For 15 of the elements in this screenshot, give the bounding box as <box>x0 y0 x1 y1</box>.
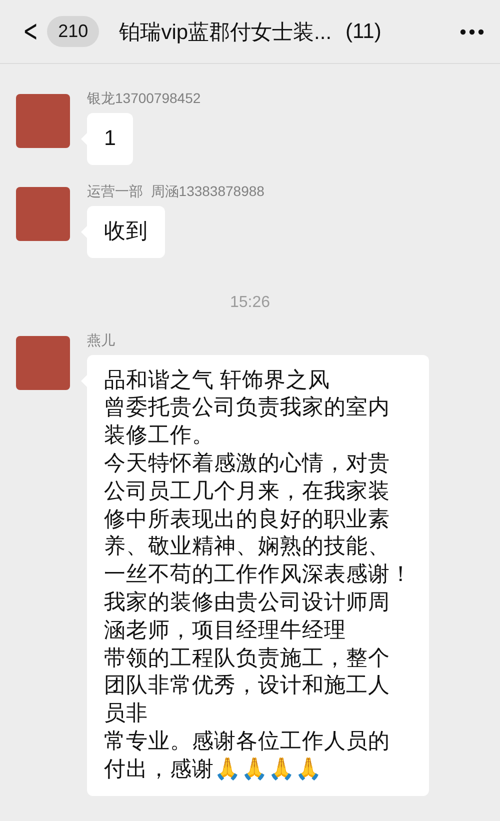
avatar-placeholder[interactable] <box>16 336 70 390</box>
message-bubble: 收到 <box>87 206 165 258</box>
sender-name: 银龙13700798452 <box>87 90 201 108</box>
sender-name: 运营一部 周涵13383878988 <box>87 182 264 201</box>
chat-title: 铂瑞vip蓝郡付女士装... <box>119 20 332 46</box>
member-count: (11) <box>346 20 382 44</box>
sender-name: 燕儿 <box>87 332 115 350</box>
avatar-placeholder[interactable] <box>16 186 70 241</box>
avatar-placeholder[interactable] <box>16 94 70 148</box>
timestamp: 15:26 <box>230 294 270 312</box>
unread-count: 210 <box>47 16 100 47</box>
message-bubble: 1 <box>87 113 133 165</box>
message-bubble: 品和谐之气 轩饰界之风 曾委托贵公司负责我家的室内 装修工作。 今天特怀着感激的心情，对贵 公司员工几个月来，在我家装 修中所表现出的良好的职业素 养、敬业精神、娴熟的技能、 一丝不苟的工作作风深表感谢！ 我家的装修由贵公司设计师周 涵老师，项目经理牛经理 带领的工程队负责施工，整个 团队非常优秀，设计和施工人 员非 常专业。感谢各位工作人员的 付出，感谢🙏🙏🙏🙏 <box>87 354 429 796</box>
more-icon[interactable] <box>460 28 484 34</box>
back-button[interactable]: < <box>23 14 38 49</box>
